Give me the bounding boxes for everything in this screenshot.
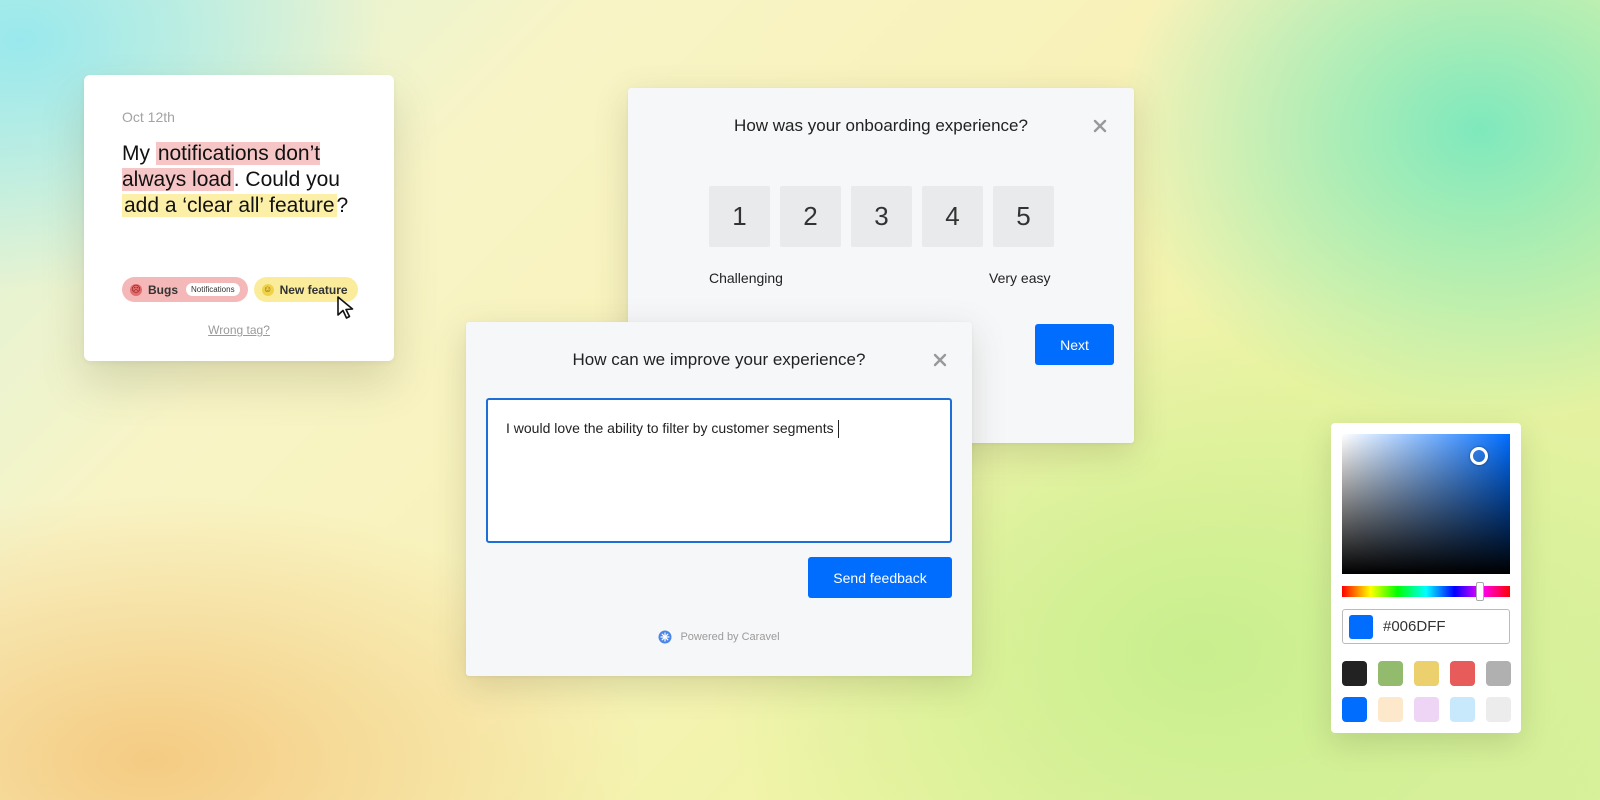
- swatch[interactable]: [1414, 697, 1439, 722]
- saturation-value-handle[interactable]: [1470, 447, 1488, 465]
- onboarding-question: How was your onboarding experience?: [734, 116, 1028, 135]
- feedback-date: Oct 12th: [122, 109, 175, 125]
- tag-label: Bugs: [148, 282, 178, 297]
- color-swatches: [1342, 661, 1511, 722]
- close-icon[interactable]: [932, 352, 948, 368]
- tag-list: ☹ Bugs Notifications ☺ New feature: [122, 277, 358, 302]
- rating-label-high: Very easy: [989, 270, 1051, 286]
- powered-by-text: Powered by Caravel: [680, 631, 780, 643]
- hex-input-value: #006DFF: [1383, 618, 1446, 635]
- highlight-feature-text[interactable]: add a ‘clear all’ feature: [122, 194, 337, 217]
- rating-option-2[interactable]: 2: [780, 186, 841, 247]
- frown-face-icon: ☹: [130, 283, 142, 296]
- improve-survey-dialog: How can we improve your experience? I wo…: [466, 322, 972, 676]
- send-feedback-button[interactable]: Send feedback: [808, 557, 952, 598]
- mouse-pointer-icon: [337, 296, 354, 319]
- current-color-swatch: [1349, 614, 1373, 639]
- text-caret: [837, 420, 839, 439]
- color-picker: #006DFF: [1331, 423, 1521, 733]
- wrong-tag-link[interactable]: Wrong tag?: [84, 323, 394, 337]
- swatch[interactable]: [1450, 661, 1475, 686]
- swatch[interactable]: [1486, 697, 1511, 722]
- feedback-text-part: My: [122, 142, 156, 165]
- swatch[interactable]: [1378, 661, 1403, 686]
- rating-option-1[interactable]: 1: [709, 186, 770, 247]
- smile-face-icon: ☺: [261, 283, 274, 296]
- feedback-card: Oct 12th My notifications don’t always l…: [84, 75, 394, 361]
- powered-by: Powered by Caravel: [466, 630, 972, 644]
- swatch[interactable]: [1378, 697, 1403, 722]
- feedback-textarea[interactable]: I would love the ability to filter by cu…: [486, 398, 952, 543]
- rating-option-3[interactable]: 3: [851, 186, 912, 247]
- caravel-logo-icon: [658, 630, 672, 644]
- swatch[interactable]: [1414, 661, 1439, 686]
- swatch[interactable]: [1486, 661, 1511, 686]
- feedback-text-part: . Could you: [233, 168, 340, 191]
- hue-slider[interactable]: [1342, 582, 1510, 601]
- rating-scale: 1 2 3 4 5: [709, 186, 1054, 247]
- next-button[interactable]: Next: [1035, 324, 1114, 365]
- swatch[interactable]: [1342, 697, 1367, 722]
- feedback-text-part: ?: [336, 194, 349, 217]
- swatch[interactable]: [1342, 661, 1367, 686]
- tag-sublabel: Notifications: [186, 283, 240, 296]
- feedback-input-value: I would love the ability to filter by cu…: [506, 420, 834, 436]
- close-icon[interactable]: [1092, 118, 1108, 134]
- tag-bugs[interactable]: ☹ Bugs Notifications: [122, 277, 248, 302]
- saturation-value-area[interactable]: [1342, 434, 1510, 574]
- improve-question: How can we improve your experience?: [572, 350, 866, 369]
- rating-option-4[interactable]: 4: [922, 186, 983, 247]
- swatch[interactable]: [1450, 697, 1475, 722]
- hue-slider-handle[interactable]: [1476, 582, 1484, 601]
- hex-input[interactable]: #006DFF: [1342, 609, 1510, 644]
- rating-option-5[interactable]: 5: [993, 186, 1054, 247]
- feedback-text: My notifications don’t always load. Coul…: [122, 141, 356, 219]
- rating-label-low: Challenging: [709, 270, 783, 286]
